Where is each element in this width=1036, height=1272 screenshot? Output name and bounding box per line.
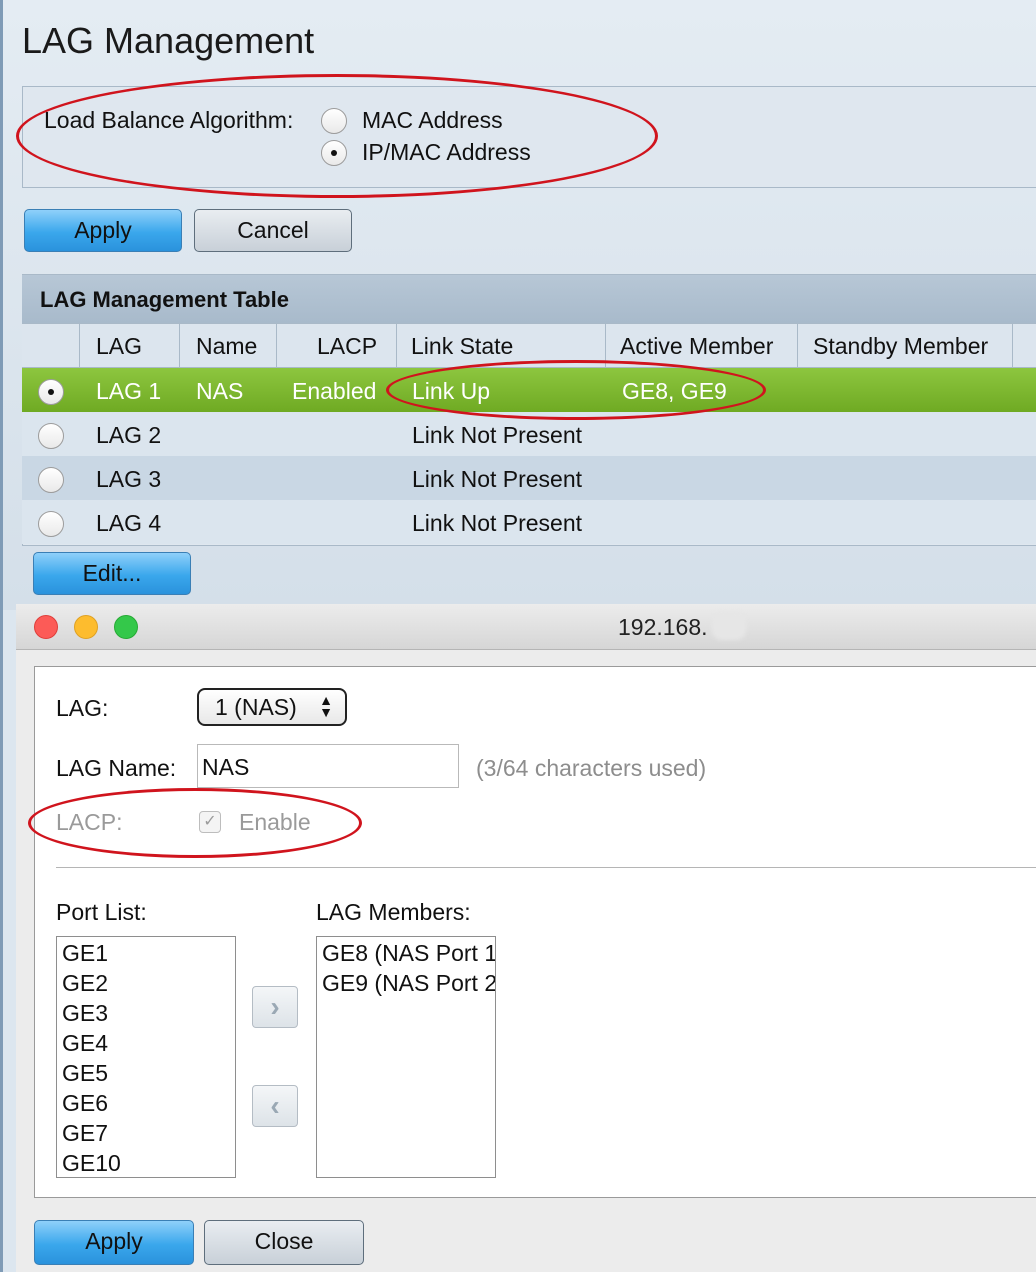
cell-link-state: Link Not Present <box>412 466 583 492</box>
form-divider <box>56 867 1036 868</box>
lacp-label: LACP: <box>56 809 123 835</box>
lag-name-input[interactable]: NAS <box>197 744 459 788</box>
cancel-button[interactable]: Cancel <box>194 209 352 252</box>
row-select-radio[interactable] <box>38 467 64 493</box>
table-title: LAG Management Table <box>40 287 289 312</box>
radio-ip-mac-address-label[interactable]: IP/MAC Address <box>362 139 531 166</box>
cell-lag: LAG 1 <box>96 378 162 404</box>
row-select-radio[interactable] <box>38 511 64 537</box>
port-list-label: Port List: <box>56 899 147 925</box>
window-titlebar <box>16 604 1036 650</box>
column-header-lacp: LACP <box>277 324 397 368</box>
maximize-window-icon[interactable] <box>114 615 138 639</box>
lag-members-box[interactable]: GE8 (NAS Port 1 GE9 (NAS Port 2 <box>316 936 496 1178</box>
chevron-right-icon: › <box>270 991 280 1022</box>
page-title: LAG Management <box>22 20 315 61</box>
add-to-lag-button[interactable]: › <box>252 986 298 1028</box>
column-header-lag: LAG <box>80 324 180 368</box>
cell-lag: LAG 3 <box>96 466 162 492</box>
list-item[interactable]: GE5 <box>62 1060 108 1087</box>
cell-link-state: Link Up <box>412 378 490 404</box>
column-header-name: Name <box>180 324 277 368</box>
window-title: 192.168. <box>618 614 708 640</box>
minimize-window-icon[interactable] <box>74 615 98 639</box>
table-row[interactable]: LAG 2 Link Not Present <box>22 412 1036 456</box>
row-select-radio[interactable] <box>38 423 64 449</box>
lag-name-value: NAS <box>202 754 250 780</box>
lag-name-label: LAG Name: <box>56 755 177 781</box>
cell-name: NAS <box>196 378 244 404</box>
page-left-border <box>0 0 3 1272</box>
lag-members-label: LAG Members: <box>316 899 471 925</box>
lag-select-value: 1 (NAS) <box>215 694 297 720</box>
lacp-enable-label: Enable <box>239 809 311 835</box>
cell-lag: LAG 2 <box>96 422 162 448</box>
list-item[interactable]: GE3 <box>62 1000 108 1027</box>
characters-used-hint: (3/64 characters used) <box>476 755 707 781</box>
table-title-bar: LAG Management Table <box>22 275 1036 323</box>
select-arrows-icon: ▲ ▼ <box>319 692 333 720</box>
cell-link-state: Link Not Present <box>412 510 583 536</box>
table-header-row: LAG Name LACP Link State Active Member S… <box>22 323 1036 368</box>
radio-ip-mac-address[interactable] <box>321 140 347 166</box>
load-balance-panel <box>22 86 1036 188</box>
radio-mac-address-label[interactable]: MAC Address <box>362 107 503 134</box>
list-item[interactable]: GE6 <box>62 1090 108 1117</box>
lacp-enable-checkbox[interactable]: ✓ <box>199 811 221 833</box>
list-item[interactable]: GE7 <box>62 1120 108 1147</box>
lag-select[interactable]: 1 (NAS) ▲ ▼ <box>197 688 347 726</box>
apply-button[interactable]: Apply <box>24 209 182 252</box>
list-item[interactable]: GE4 <box>62 1030 108 1057</box>
cell-active-member: GE8, GE9 <box>622 378 727 404</box>
table-row[interactable]: LAG 1 NAS Enabled Link Up GE8, GE9 <box>22 368 1036 412</box>
column-header-standby-member: Standby Member <box>798 324 1013 368</box>
radio-mac-address[interactable] <box>321 108 347 134</box>
popup-close-button[interactable]: Close <box>204 1220 364 1265</box>
chevron-left-icon: ‹ <box>270 1090 280 1121</box>
cell-link-state: Link Not Present <box>412 422 583 448</box>
lag-label: LAG: <box>56 695 109 721</box>
checkmark-icon: ✓ <box>203 813 217 830</box>
list-item[interactable]: GE9 (NAS Port 2 <box>322 970 495 997</box>
list-item[interactable]: GE2 <box>62 970 108 997</box>
popup-apply-button[interactable]: Apply <box>34 1220 194 1265</box>
cell-lacp: Enabled <box>292 378 377 404</box>
cell-lag: LAG 4 <box>96 510 162 536</box>
column-header-select <box>22 324 80 368</box>
row-select-radio[interactable] <box>38 379 64 405</box>
table-row[interactable]: LAG 4 Link Not Present <box>22 500 1036 544</box>
redacted-address-blur <box>712 612 746 640</box>
port-list-box[interactable]: GE1 GE2 GE3 GE4 GE5 GE6 GE7 GE10 <box>56 936 236 1178</box>
table-row[interactable]: LAG 3 Link Not Present <box>22 456 1036 500</box>
edit-button[interactable]: Edit... <box>33 552 191 595</box>
column-header-link-state: Link State <box>397 324 606 368</box>
list-item[interactable]: GE8 (NAS Port 1 <box>322 940 495 967</box>
remove-from-lag-button[interactable]: ‹ <box>252 1085 298 1127</box>
load-balance-label: Load Balance Algorithm: <box>44 107 294 133</box>
close-window-icon[interactable] <box>34 615 58 639</box>
column-header-active-member: Active Member <box>606 324 798 368</box>
list-item[interactable]: GE10 <box>62 1150 121 1177</box>
list-item[interactable]: GE1 <box>62 940 108 967</box>
